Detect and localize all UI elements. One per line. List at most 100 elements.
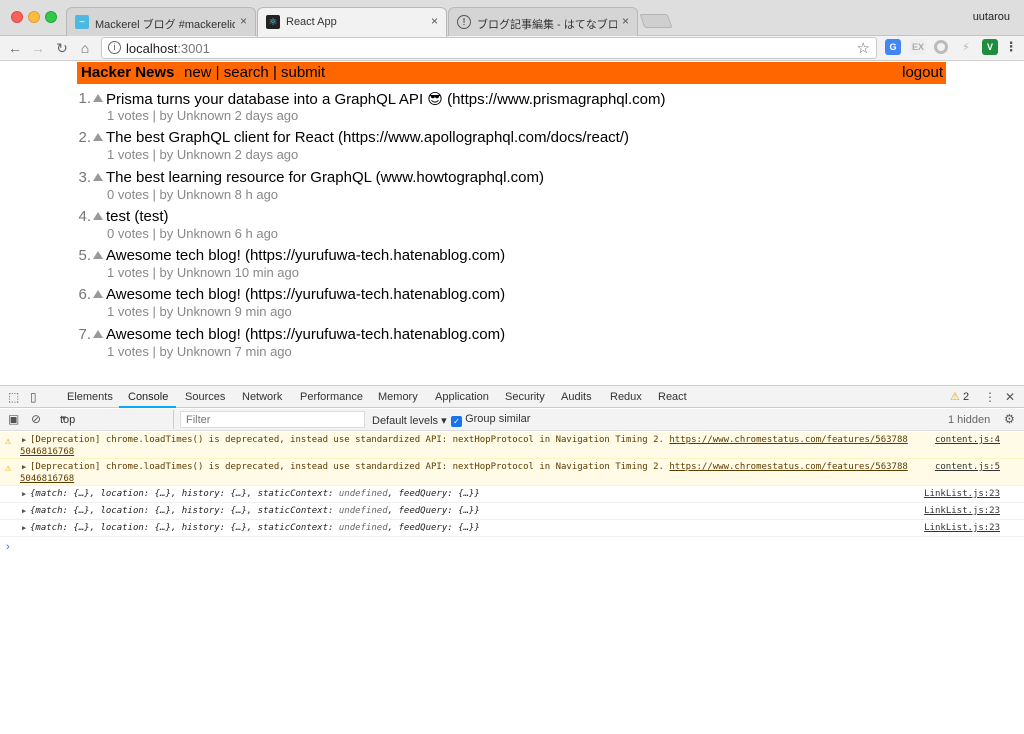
expand-triangle-icon[interactable]: ▶ <box>22 490 26 498</box>
link-title[interactable]: Awesome tech blog! (https://yurufuwa-tec… <box>106 247 505 264</box>
upvote-icon[interactable] <box>93 329 103 338</box>
tab-react-app[interactable]: ⚛ React App × <box>257 7 447 37</box>
tab-sources[interactable]: Sources <box>185 391 225 403</box>
warning-counter[interactable]: ⚠ 2 <box>950 390 969 403</box>
tab-mackerel[interactable]: ~ Mackerel ブログ #mackerelio × <box>66 7 256 36</box>
extension-bolt-icon[interactable]: ⚡ <box>958 39 974 55</box>
extension-circle-icon[interactable] <box>934 40 948 54</box>
extension-ex-icon[interactable]: EX <box>910 39 926 55</box>
home-icon[interactable]: ⌂ <box>77 40 93 56</box>
new-tab-button[interactable] <box>639 14 673 28</box>
message-url-cont[interactable]: 5046816768 <box>20 474 74 484</box>
upvote-icon[interactable] <box>93 133 103 142</box>
upvote-icon[interactable] <box>93 290 103 299</box>
message-url-cont[interactable]: 5046816768 <box>20 447 74 457</box>
message-source[interactable]: content.js:5 <box>935 462 1000 472</box>
list-item: 5. Awesome tech blog! (https://yurufuwa-… <box>75 247 775 286</box>
bookmark-star-icon[interactable]: ☆ <box>857 39 870 57</box>
tab-audits[interactable]: Audits <box>561 391 592 403</box>
group-similar-checkbox[interactable]: ✓ Group similar <box>451 413 530 427</box>
reload-icon[interactable]: ↻ <box>54 40 70 56</box>
link-rank: 3. <box>78 168 91 186</box>
clear-console-icon[interactable]: ⊘ <box>31 412 41 426</box>
hn-brand[interactable]: Hacker News <box>81 64 174 81</box>
console-prompt[interactable]: › <box>6 541 10 553</box>
inspect-element-icon[interactable]: ⬚ <box>8 390 19 404</box>
hn-nav-links[interactable]: new | search | submit <box>184 64 325 81</box>
close-icon[interactable]: × <box>622 14 629 28</box>
expand-triangle-icon[interactable]: ▶ <box>22 524 26 532</box>
link-meta: 1 votes | by Unknown 2 days ago <box>107 147 299 163</box>
expand-triangle-icon[interactable]: ▶ <box>22 507 26 515</box>
message-text: [Deprecation] chrome.loadTimes() is depr… <box>30 435 908 445</box>
close-icon[interactable]: × <box>431 14 438 28</box>
message-text[interactable]: {match: {…}, location: {…}, history: {…}… <box>30 489 480 499</box>
devtools-menu-icon[interactable]: ⋮ <box>984 390 996 404</box>
message-text[interactable]: {match: {…}, location: {…}, history: {…}… <box>30 506 480 516</box>
close-devtools-icon[interactable]: ✕ <box>1005 390 1015 404</box>
expand-triangle-icon[interactable]: ▶ <box>22 436 26 444</box>
message-source[interactable]: content.js:4 <box>935 435 1000 445</box>
back-icon[interactable]: ← <box>7 40 23 56</box>
settings-gear-icon[interactable]: ⚙ <box>1004 412 1015 426</box>
link-meta: 0 votes | by Unknown 8 h ago <box>107 186 279 202</box>
console-log: ▶ {match: {…}, location: {…}, history: {… <box>0 520 1024 537</box>
context-selector[interactable]: top ▼ <box>54 410 174 429</box>
link-list: 1. Prisma turns your database into a Gra… <box>75 90 775 365</box>
upvote-icon[interactable] <box>93 211 103 220</box>
link-title[interactable]: test (test) <box>106 208 169 225</box>
tab-elements[interactable]: Elements <box>67 391 113 403</box>
devtools-panel: ⬚ ▯ Elements Console Sources Network Per… <box>0 385 1024 734</box>
link-rank: 4. <box>78 207 91 225</box>
link-title[interactable]: Awesome tech blog! (https://yurufuwa-tec… <box>106 326 505 343</box>
minimize-window-button[interactable] <box>28 11 40 23</box>
browser-toolbar: ← → ↻ ⌂ i localhost:3001 ☆ G EX ⚡ V ⋮ <box>0 36 1024 61</box>
close-window-button[interactable] <box>11 11 23 23</box>
forward-icon[interactable]: → <box>30 40 46 56</box>
log-levels-dropdown[interactable]: Default levels ▾ <box>372 414 447 427</box>
console-log: ▶ {match: {…}, location: {…}, history: {… <box>0 486 1024 503</box>
url-text[interactable]: localhost:3001 <box>126 41 210 56</box>
react-icon: ⚛ <box>266 15 280 29</box>
link-title[interactable]: The best learning resource for GraphQL (… <box>106 169 544 186</box>
message-text[interactable]: {match: {…}, location: {…}, history: {…}… <box>30 523 480 533</box>
info-icon[interactable]: i <box>108 41 121 54</box>
upvote-icon[interactable] <box>93 94 103 102</box>
sidebar-toggle-icon[interactable]: ▣ <box>8 412 19 426</box>
upvote-icon[interactable] <box>93 251 103 260</box>
warning-icon: ⚠ <box>950 391 960 403</box>
tab-application[interactable]: Application <box>435 391 489 403</box>
tab-hatena-blog[interactable]: ! ブログ記事編集 - はてなブログ × <box>448 7 638 36</box>
tab-performance[interactable]: Performance <box>300 391 363 403</box>
link-title[interactable]: Awesome tech blog! (https://yurufuwa-tec… <box>106 286 505 303</box>
tab-console[interactable]: Console <box>128 391 168 403</box>
address-bar[interactable]: i localhost:3001 ☆ <box>101 37 877 59</box>
filter-input[interactable] <box>181 412 364 427</box>
console-log: ▶ {match: {…}, location: {…}, history: {… <box>0 503 1024 520</box>
logout-link[interactable]: logout <box>902 64 943 81</box>
tab-react[interactable]: React <box>658 391 687 403</box>
tab-security[interactable]: Security <box>505 391 545 403</box>
close-icon[interactable]: × <box>240 14 247 28</box>
link-title[interactable]: The best GraphQL client for React (https… <box>106 129 629 146</box>
expand-triangle-icon[interactable]: ▶ <box>22 463 26 471</box>
menu-kebab-icon[interactable]: ⋮ <box>1003 39 1019 55</box>
profile-name[interactable]: uutarou <box>973 11 1010 23</box>
tab-redux[interactable]: Redux <box>610 391 642 403</box>
list-item: 1. Prisma turns your database into a Gra… <box>75 90 775 129</box>
message-source[interactable]: LinkList.js:23 <box>924 523 1000 533</box>
translate-extension-icon[interactable]: G <box>885 39 901 55</box>
message-source[interactable]: LinkList.js:23 <box>924 506 1000 516</box>
link-meta: 0 votes | by Unknown 6 h ago <box>107 225 279 241</box>
devtools-tabbar: ⬚ ▯ Elements Console Sources Network Per… <box>0 386 1024 408</box>
tab-network[interactable]: Network <box>242 391 282 403</box>
mackerel-icon: ~ <box>75 15 89 29</box>
upvote-icon[interactable] <box>93 172 103 181</box>
link-title[interactable]: Prisma turns your database into a GraphQ… <box>106 90 665 108</box>
hidden-count: 1 hidden <box>948 414 991 426</box>
tab-memory[interactable]: Memory <box>378 391 418 403</box>
extension-v-icon[interactable]: V <box>982 39 998 55</box>
maximize-window-button[interactable] <box>45 11 57 23</box>
message-source[interactable]: LinkList.js:23 <box>924 489 1000 499</box>
device-toolbar-icon[interactable]: ▯ <box>30 390 37 404</box>
